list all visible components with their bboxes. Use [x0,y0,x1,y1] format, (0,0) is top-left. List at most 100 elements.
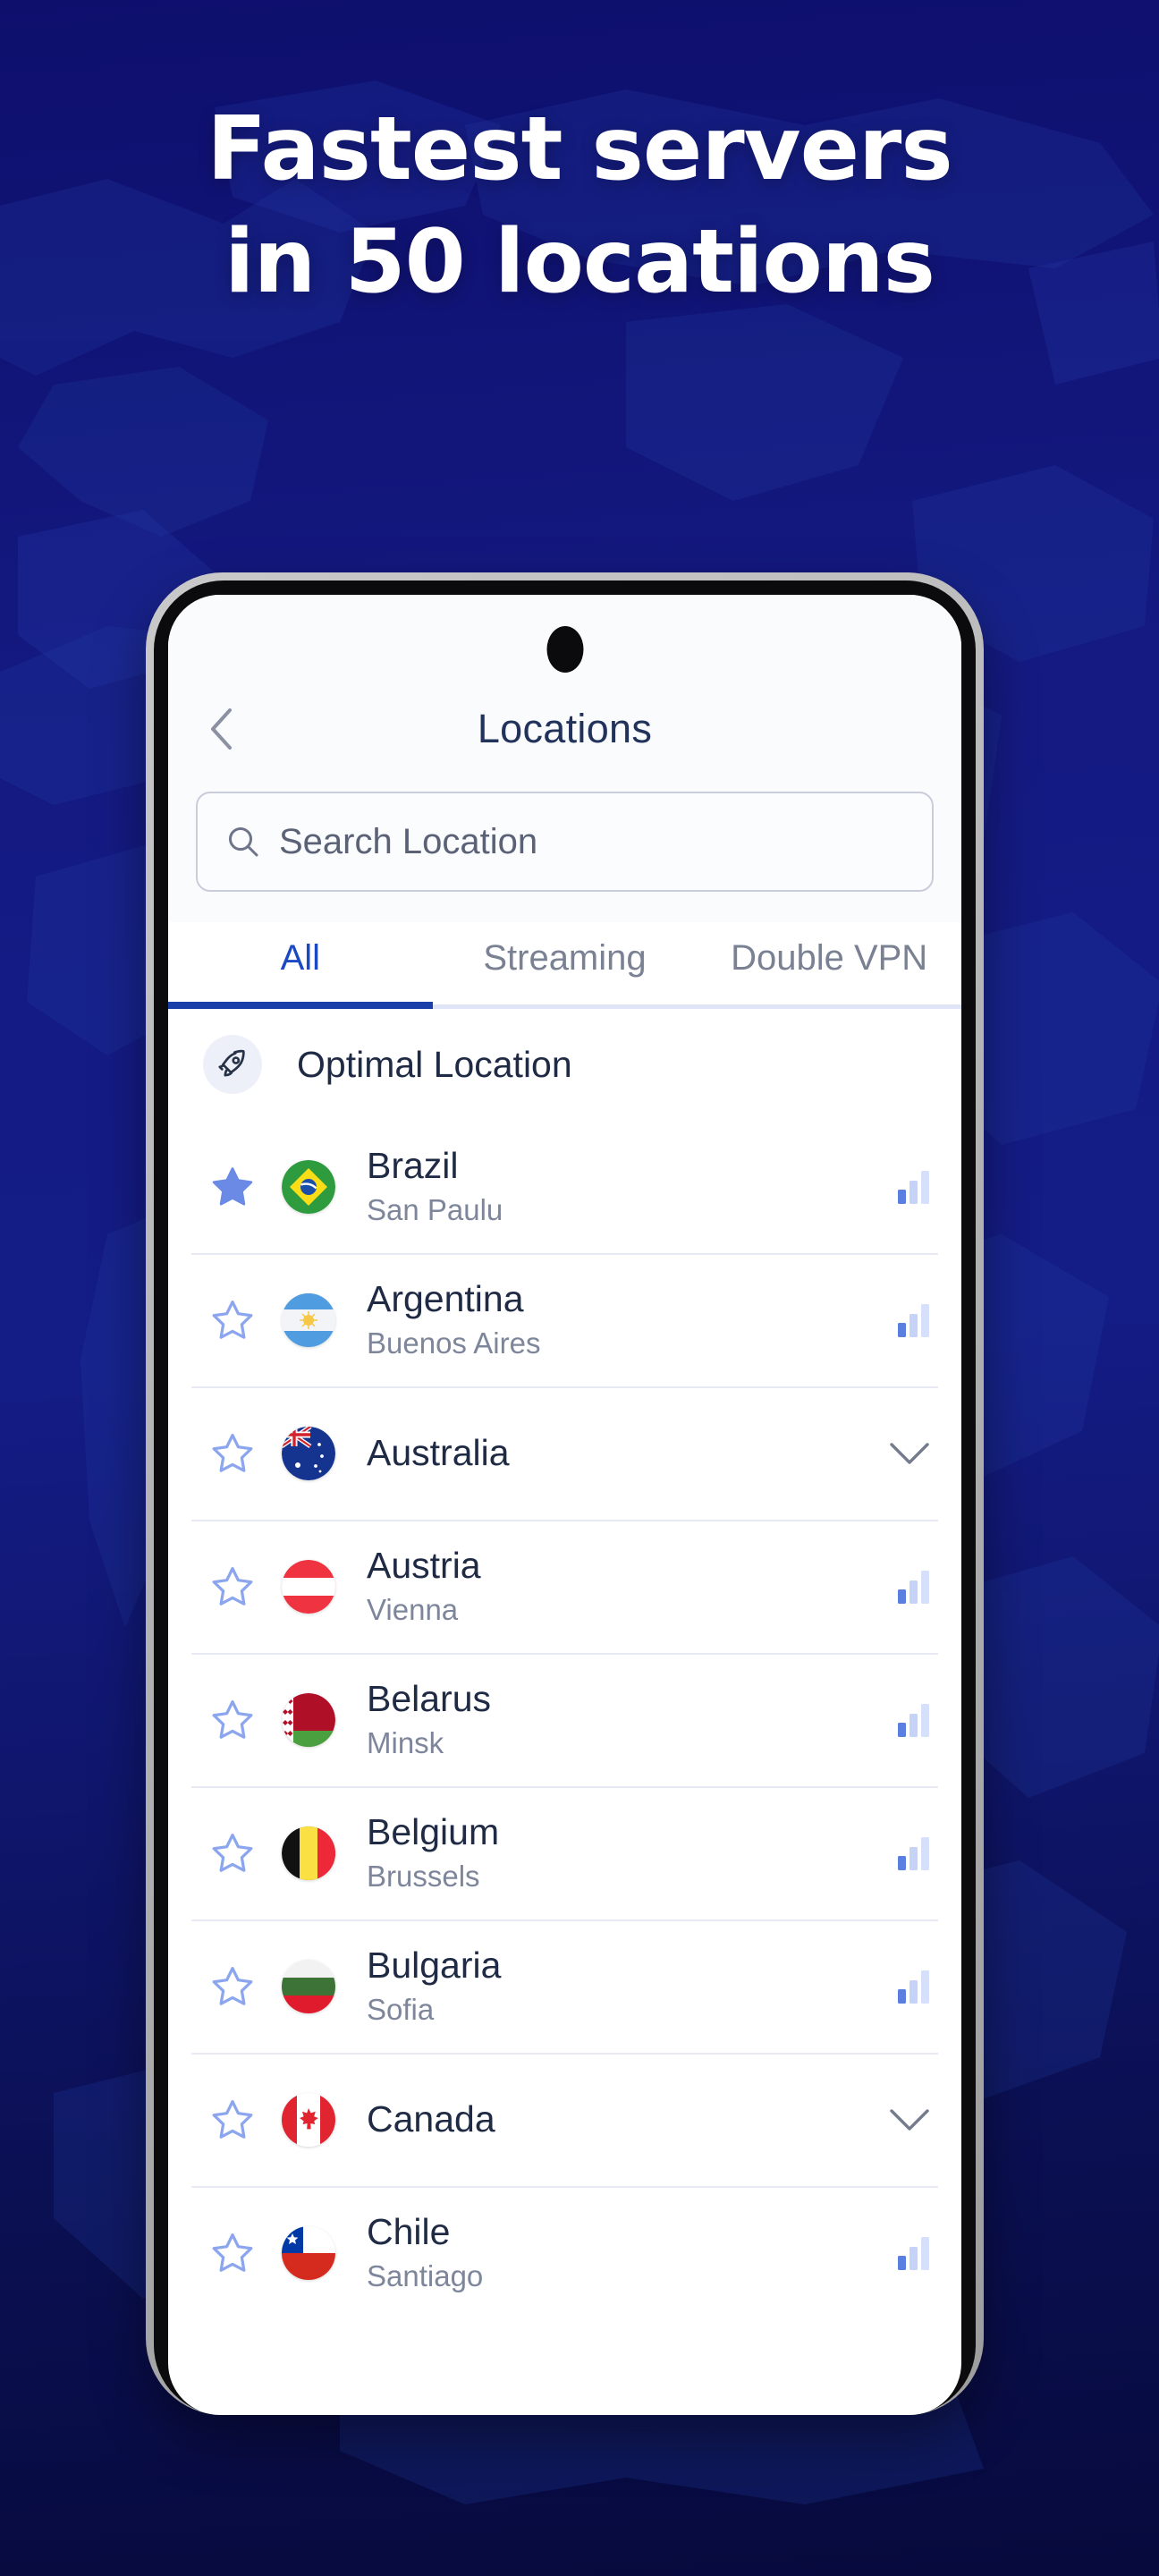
list-item-location[interactable]: Austria Vienna [168,1520,961,1653]
search-placeholder: Search Location [279,821,538,861]
signal-strength [863,1702,931,1738]
flag-ar-icon [282,1292,335,1347]
tab-active-indicator [168,1002,433,1009]
favorite-toggle[interactable] [191,1830,274,1877]
list-item-location[interactable]: Bulgaria Sofia [168,1919,961,2053]
promo-headline: Fastest servers in 50 locations [0,106,1159,306]
country-flag-container [274,2225,343,2280]
city-name: San Paulu [367,1192,503,1226]
tab-streaming[interactable]: Streaming [433,938,698,1009]
headline-line-2: in 50 locations [224,211,935,313]
page-title: Locations [477,705,653,751]
location-text: Brazil San Paulu [343,1145,863,1228]
location-text: Belgium Brussels [343,1810,863,1894]
favorite-toggle[interactable] [191,2230,274,2276]
star-outline-icon [212,1300,253,1339]
flag-be-icon [282,1826,335,1880]
signal-strength [863,1169,931,1205]
filter-tabs: All Streaming Double VPN [168,922,961,1009]
location-text: Chile Santiago [343,2210,863,2294]
country-name: Bulgaria [367,1944,502,1986]
tab-double-vpn[interactable]: Double VPN [697,938,961,1009]
favorite-toggle[interactable] [191,1430,274,1477]
city-name: Brussels [367,1859,480,1893]
country-name: Chile [367,2210,451,2252]
expand-button[interactable] [863,2106,931,2133]
favorite-toggle[interactable] [191,1697,274,1743]
flag-ca-icon [282,2092,335,2147]
country-name: Argentina [367,1277,524,1319]
country-flag-container [274,1159,343,1214]
favorite-toggle[interactable] [191,1963,274,2010]
city-name: Sofia [367,1992,435,2026]
star-outline-icon [212,1966,253,2005]
flag-cl-icon [282,2225,335,2280]
city-name: Santiago [367,2258,484,2292]
list-item-location[interactable]: Belarus Minsk [168,1653,961,1786]
country-name: Canada [367,2097,495,2140]
city-name: Buenos Aires [367,1326,541,1360]
star-outline-icon [212,1433,253,1472]
location-text: Belarus Minsk [343,1678,863,1761]
chevron-down-icon [890,1442,929,1464]
signal-strength [863,1835,931,1871]
country-flag-container [274,2092,343,2147]
headline-line-1: Fastest servers [207,98,952,200]
expand-button[interactable] [863,1440,931,1467]
signal-strength [863,2235,931,2271]
signal-bars-icon [898,1970,929,2004]
list-item-location[interactable]: Belgium Brussels [168,1786,961,1919]
country-flag-container [274,1292,343,1347]
optimal-icon-container [191,1035,274,1094]
list-item-location[interactable]: Argentina Buenos Aires [168,1253,961,1386]
favorite-toggle[interactable] [191,1563,274,1610]
app-header: Locations [168,682,961,775]
star-filled-icon [212,1166,253,1206]
star-outline-icon [212,1833,253,1872]
country-flag-container [274,1692,343,1747]
signal-bars-icon [898,2236,929,2270]
country-rows: Brazil San Paulu Argentina Buenos Aires Aust… [168,1120,961,2319]
signal-bars-icon [898,1303,929,1337]
tab-all[interactable]: All [168,938,433,1009]
location-text: Bulgaria Sofia [343,1945,863,2028]
list-item-location[interactable]: Chile Santiago [168,2186,961,2319]
favorite-toggle[interactable] [191,1164,274,1210]
flag-bg-icon [282,1959,335,2013]
country-name: Belgium [367,1810,500,1852]
list-item-location[interactable]: Australia [168,1386,961,1520]
location-text: Australia [343,1431,863,1474]
city-name: Minsk [367,1725,444,1759]
signal-strength [863,1569,931,1605]
signal-strength [863,1969,931,2004]
signal-strength [863,1302,931,1338]
search-input[interactable]: Search Location [196,792,934,892]
country-name: Austria [367,1544,481,1586]
country-name: Australia [367,1431,510,1473]
back-button[interactable] [199,706,245,752]
front-camera-icon [546,626,583,673]
country-flag-container [274,1826,343,1880]
location-text: Argentina Buenos Aires [343,1277,863,1361]
signal-bars-icon [898,1836,929,1870]
city-name: Vienna [367,1592,459,1626]
favorite-toggle[interactable] [191,2097,274,2143]
phone-mockup: Locations Search Location All Streaming … [146,572,984,2415]
location-text: Austria Vienna [343,1544,863,1628]
list-item-optimal-location[interactable]: Optimal Location [168,1009,961,1120]
star-outline-icon [212,1566,253,1606]
country-flag-container [274,1959,343,2013]
optimal-location-label: Optimal Location [297,1043,572,1085]
list-item-location[interactable]: Brazil San Paulu [168,1120,961,1253]
rocket-icon [218,1049,245,1077]
phone-screen: Locations Search Location All Streaming … [168,595,961,2415]
location-text: Canada [343,2097,863,2140]
favorite-toggle[interactable] [191,1297,274,1343]
flag-au-icon [282,1426,335,1480]
list-item-location[interactable]: Canada [168,2053,961,2186]
signal-bars-icon [898,1170,929,1204]
star-outline-icon [212,2099,253,2139]
search-icon [229,827,258,857]
country-flag-container [274,1426,343,1480]
flag-br-icon [282,1159,335,1214]
